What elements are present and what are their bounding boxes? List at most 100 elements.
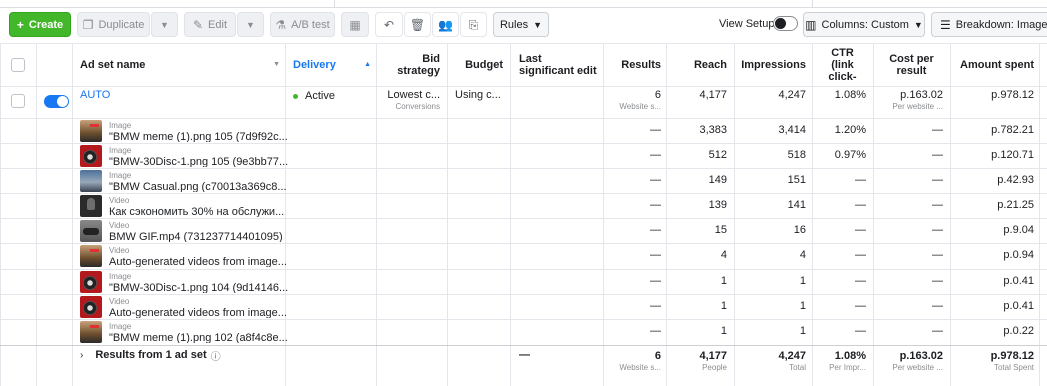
row-cost-value: — [932, 174, 943, 186]
info-icon[interactable]: ⓘ [211, 348, 221, 363]
row-impressions-value: 1 [799, 325, 806, 337]
column-header-budget[interactable]: Budget [449, 43, 503, 87]
footer-reach-sub: People [702, 363, 727, 372]
row-ctr: — [814, 245, 866, 265]
results-value: 6 [654, 89, 661, 101]
column-header-bid-strategy[interactable]: Bid strategy [378, 43, 440, 87]
adset-name-link[interactable]: AUTO [80, 87, 110, 103]
column-header-results-label: Results [621, 59, 661, 71]
rules-button[interactable]: Rules ▼ [493, 12, 549, 37]
row-spent-value: p.0.41 [1003, 275, 1034, 287]
ad-thumbnail [80, 120, 102, 142]
footer-last-edit-value: — [519, 349, 530, 361]
row-reach: 139 [668, 195, 727, 215]
column-header-impressions[interactable]: Impressions [736, 43, 806, 87]
row-cost-per-result: — [875, 321, 943, 341]
column-header-bid-strategy-label: Bid strategy [397, 53, 440, 77]
ad-name[interactable]: "BMW-30Disc-1.png 104 (9d14146... [109, 282, 299, 293]
results-summary[interactable]: › Results from 1 ad set ⓘ [80, 348, 221, 362]
select-all-checkbox[interactable] [11, 58, 25, 72]
row-cost-per-result: — [875, 245, 943, 265]
column-header-last-edit[interactable]: Last significant edit [519, 43, 599, 87]
duplicate-button[interactable]: ❐ Duplicate [77, 12, 150, 37]
row-results: — [605, 195, 661, 215]
ad-type-label: Video [109, 196, 130, 205]
footer-cost-per-result: p.163.02 Per website ... [875, 349, 943, 375]
ad-name[interactable]: "BMW-30Disc-1.png 105 (9e3bb77... [109, 156, 299, 167]
breakdown-button[interactable]: ☰ Breakdown: Image, vid [931, 12, 1047, 37]
duplicate-dropdown[interactable]: ▼ [151, 12, 178, 37]
ad-name[interactable]: Auto-generated videos from image... [109, 307, 299, 318]
ab-test-button[interactable]: ⚗ A/B test [270, 12, 335, 37]
row-ctr: — [814, 220, 866, 240]
sort-ascending-icon: ▲ [364, 61, 371, 68]
delete-button[interactable]: 🗑 [404, 12, 431, 37]
people-icon: 👥 [438, 17, 453, 32]
columns-icon: ▥ [805, 17, 817, 32]
column-header-cost-per-result[interactable]: Cost per result [875, 43, 948, 87]
ad-type-label: Image [109, 146, 132, 155]
ad-thumbnail [80, 170, 102, 192]
footer-impressions: 4,247 Total [736, 349, 806, 375]
adset-toggle[interactable] [44, 95, 69, 108]
ad-name[interactable]: "BMW Casual.png (c70013a369c8... [109, 181, 299, 192]
row-ctr: — [814, 195, 866, 215]
footer-ctr-value: 1.08% [834, 350, 866, 362]
adset-results: 6 Website s... [605, 88, 661, 114]
ad-name[interactable]: Auto-generated videos from image... [109, 256, 299, 267]
breakdown-icon: ☰ [940, 17, 951, 32]
adset-name-text[interactable]: AUTO [80, 89, 110, 101]
column-header-results[interactable]: Results [605, 43, 661, 87]
row-amount-spent: p.42.93 [952, 170, 1034, 190]
footer-impressions-value: 4,247 [778, 350, 806, 362]
breakdown-label: Breakdown: Image, vid [955, 18, 1047, 31]
footer-ctr: 1.08% Per Impr... [814, 349, 866, 375]
audience-button[interactable]: 👥 [432, 12, 459, 37]
row-reach: 512 [668, 145, 727, 165]
edit-button[interactable]: ✎ Edit [184, 12, 236, 37]
row-ctr: 1.20% [814, 120, 866, 140]
footer-results-value: 6 [654, 350, 661, 362]
ad-name[interactable]: "BMW meme (1).png 102 (a8f4c8e... [109, 332, 299, 343]
column-header-ctr-label: CTR (link click- [828, 47, 857, 83]
chevron-right-icon[interactable]: › [80, 350, 83, 361]
column-header-delivery[interactable]: Delivery ▲ [293, 43, 371, 87]
ad-thumbnail [80, 220, 102, 242]
column-header-amount-spent[interactable]: Amount spent [952, 43, 1034, 87]
column-header-reach[interactable]: Reach [668, 43, 727, 87]
column-header-name[interactable]: Ad set name ▼ [80, 43, 280, 87]
row-reach-value: 139 [708, 199, 727, 211]
undo-icon: ↶ [383, 17, 395, 32]
flask-icon: ⚗ [275, 17, 287, 32]
row-cost-value: — [932, 124, 943, 136]
row-impressions: 3,414 [736, 120, 806, 140]
row-reach-value: 3,383 [699, 124, 727, 136]
ad-name[interactable]: Как сэкономить 30% на обслужи... [109, 206, 299, 217]
row-impressions: 151 [736, 170, 806, 190]
adset-row-checkbox[interactable] [11, 94, 25, 108]
row-reach: 1 [668, 321, 727, 341]
undo-button[interactable]: ↶ [375, 12, 403, 37]
columns-button[interactable]: ▥ Columns: Custom ▼ [803, 12, 925, 37]
ad-name[interactable]: BMW GIF.mp4 (731237714401095) [109, 231, 299, 242]
column-header-ctr[interactable]: CTR (link click- [814, 43, 871, 87]
row-amount-spent: p.0.94 [952, 245, 1034, 265]
footer-cost-per-result-value: p.163.02 [899, 350, 943, 362]
footer-impressions-sub: Total [789, 363, 806, 372]
footer-reach-value: 4,177 [699, 350, 727, 362]
edit-dropdown[interactable]: ▼ [237, 12, 264, 37]
columns-label: Columns: Custom [821, 18, 909, 31]
preview-button[interactable]: ⎘ [460, 12, 487, 37]
row-cost-value: — [932, 325, 943, 337]
row-ctr-value: 1.20% [834, 124, 866, 136]
bid-strategy-sub: Conversions [395, 102, 440, 111]
ad-name[interactable]: "BMW meme (1).png 105 (7d9f92c... [109, 131, 299, 142]
sort-icon: ▼ [273, 61, 280, 68]
view-setup-toggle[interactable] [773, 16, 798, 31]
budget-value: Using c... [455, 89, 501, 101]
row-impressions-value: 1 [799, 275, 806, 287]
create-button[interactable]: + Create [9, 12, 71, 37]
archive-button[interactable]: ▦ [341, 12, 369, 37]
row-spent-value: p.120.71 [991, 149, 1034, 161]
row-amount-spent: p.0.22 [952, 321, 1034, 341]
